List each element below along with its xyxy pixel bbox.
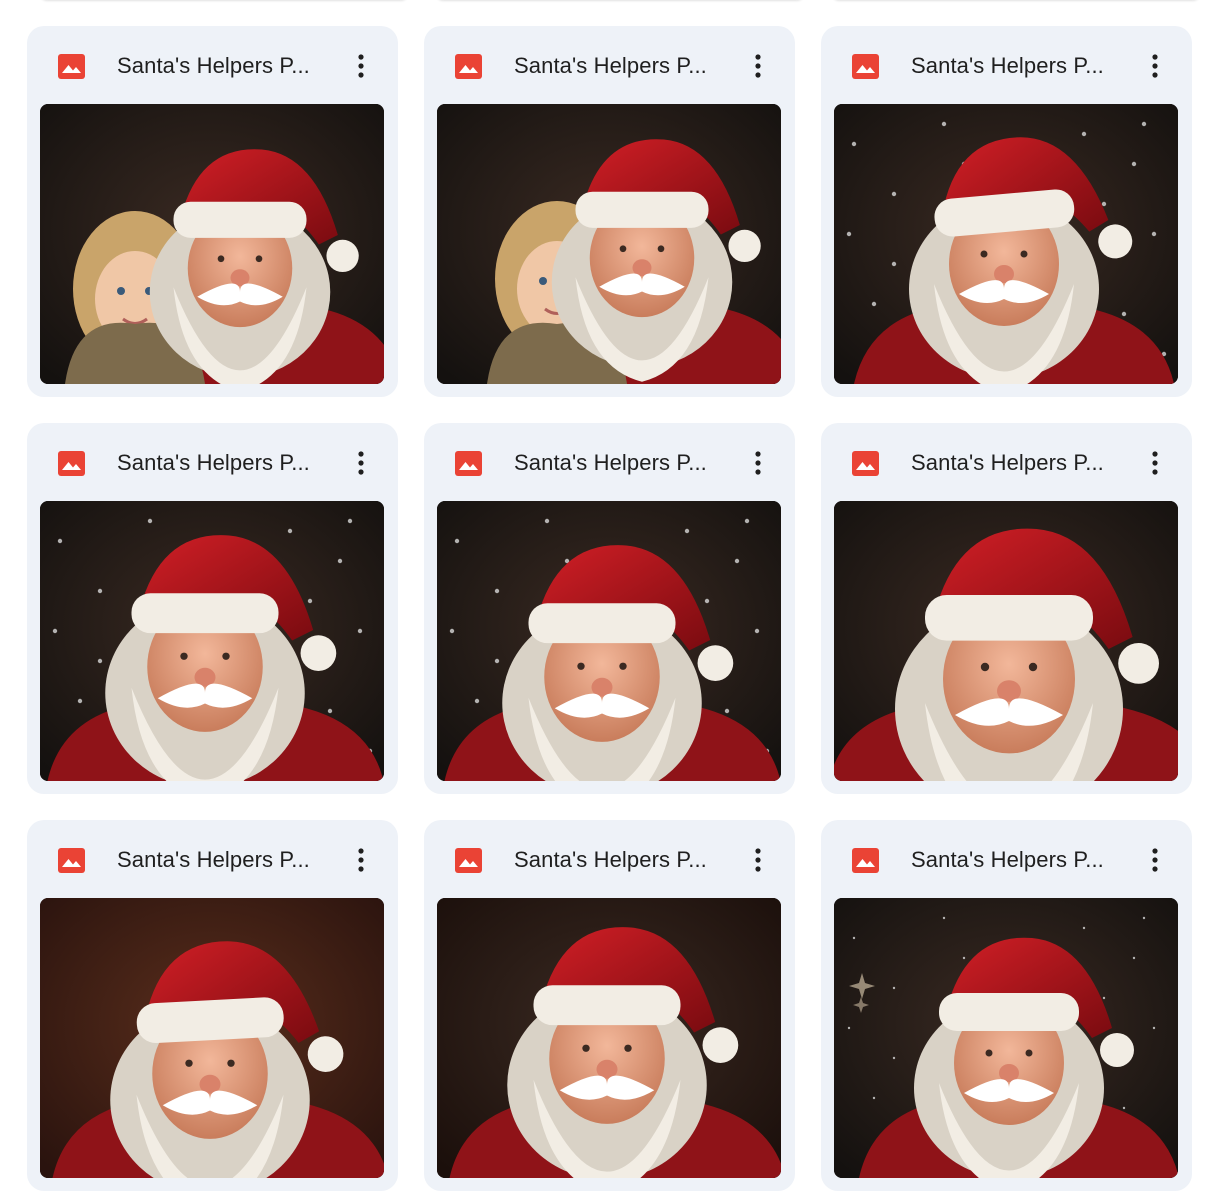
file-thumbnail-santa-portrait-warm-light[interactable]	[40, 898, 384, 1178]
file-card-header: Santa's Helpers P...	[821, 820, 1192, 898]
file-card[interactable]: Santa's Helpers P...	[821, 820, 1192, 1191]
more-vert-icon	[1152, 451, 1158, 475]
file-card[interactable]: Santa's Helpers P...	[424, 26, 795, 397]
file-card-header: Santa's Helpers P...	[27, 26, 398, 104]
file-name[interactable]: Santa's Helpers P...	[117, 52, 337, 80]
file-card[interactable]: Santa's Helpers P...	[424, 423, 795, 794]
more-vert-icon	[755, 451, 761, 475]
more-vert-icon	[358, 848, 364, 872]
file-card[interactable]: Santa's Helpers P...	[27, 423, 398, 794]
file-card[interactable]: Santa's Helpers P...	[27, 820, 398, 1191]
more-actions-button[interactable]	[345, 445, 377, 481]
file-name[interactable]: Santa's Helpers P...	[117, 846, 337, 874]
image-file-icon	[852, 451, 879, 476]
image-file-icon	[58, 848, 85, 873]
file-card-header: Santa's Helpers P...	[424, 423, 795, 501]
file-thumbnail-santa-with-curly-haired-girl[interactable]	[40, 104, 384, 384]
file-name[interactable]: Santa's Helpers P...	[911, 52, 1131, 80]
more-vert-icon	[1152, 848, 1158, 872]
file-card[interactable]: Santa's Helpers P...	[424, 820, 795, 1191]
more-vert-icon	[1152, 54, 1158, 78]
file-card-header: Santa's Helpers P...	[821, 423, 1192, 501]
more-actions-button[interactable]	[345, 48, 377, 84]
file-thumbnail-santa-with-toddler[interactable]	[437, 104, 781, 384]
more-actions-button[interactable]	[1139, 842, 1171, 878]
more-actions-button[interactable]	[1139, 48, 1171, 84]
file-name[interactable]: Santa's Helpers P...	[514, 52, 734, 80]
file-thumbnail-santa-in-snow-holly[interactable]	[834, 104, 1178, 384]
file-name[interactable]: Santa's Helpers P...	[911, 449, 1131, 477]
file-thumbnail-santa-portrait-snowfall[interactable]	[437, 501, 781, 781]
more-vert-icon	[755, 54, 761, 78]
more-vert-icon	[358, 451, 364, 475]
file-grid-view: Santa's Helpers P... Santa's Helpers P..…	[0, 0, 1206, 1202]
file-card-header: Santa's Helpers P...	[27, 820, 398, 898]
file-thumbnail-santa-closeup-laughing[interactable]	[834, 501, 1178, 781]
more-actions-button[interactable]	[345, 842, 377, 878]
more-vert-icon	[358, 54, 364, 78]
image-file-icon	[58, 451, 85, 476]
file-thumbnail-santa-portrait-smiling[interactable]	[40, 501, 384, 781]
file-name[interactable]: Santa's Helpers P...	[514, 449, 734, 477]
more-actions-button[interactable]	[742, 48, 774, 84]
file-grid: Santa's Helpers P... Santa's Helpers P..…	[27, 26, 1192, 1191]
file-card[interactable]: Santa's Helpers P...	[821, 423, 1192, 794]
file-card-header: Santa's Helpers P...	[821, 26, 1192, 104]
image-file-icon	[455, 54, 482, 79]
image-file-icon	[58, 54, 85, 79]
file-name[interactable]: Santa's Helpers P...	[514, 846, 734, 874]
file-card-header: Santa's Helpers P...	[27, 423, 398, 501]
image-file-icon	[455, 451, 482, 476]
file-card-header: Santa's Helpers P...	[424, 26, 795, 104]
image-file-icon	[852, 848, 879, 873]
image-file-icon	[852, 54, 879, 79]
file-name[interactable]: Santa's Helpers P...	[117, 449, 337, 477]
image-file-icon	[455, 848, 482, 873]
more-vert-icon	[755, 848, 761, 872]
more-actions-button[interactable]	[1139, 445, 1171, 481]
file-card[interactable]: Santa's Helpers P...	[821, 26, 1192, 397]
file-thumbnail-santa-portrait-dark[interactable]	[437, 898, 781, 1178]
file-card[interactable]: Santa's Helpers P...	[27, 26, 398, 397]
file-thumbnail-santa-looking-up-stars[interactable]	[834, 898, 1178, 1178]
more-actions-button[interactable]	[742, 445, 774, 481]
file-name[interactable]: Santa's Helpers P...	[911, 846, 1131, 874]
more-actions-button[interactable]	[742, 842, 774, 878]
file-card-header: Santa's Helpers P...	[424, 820, 795, 898]
